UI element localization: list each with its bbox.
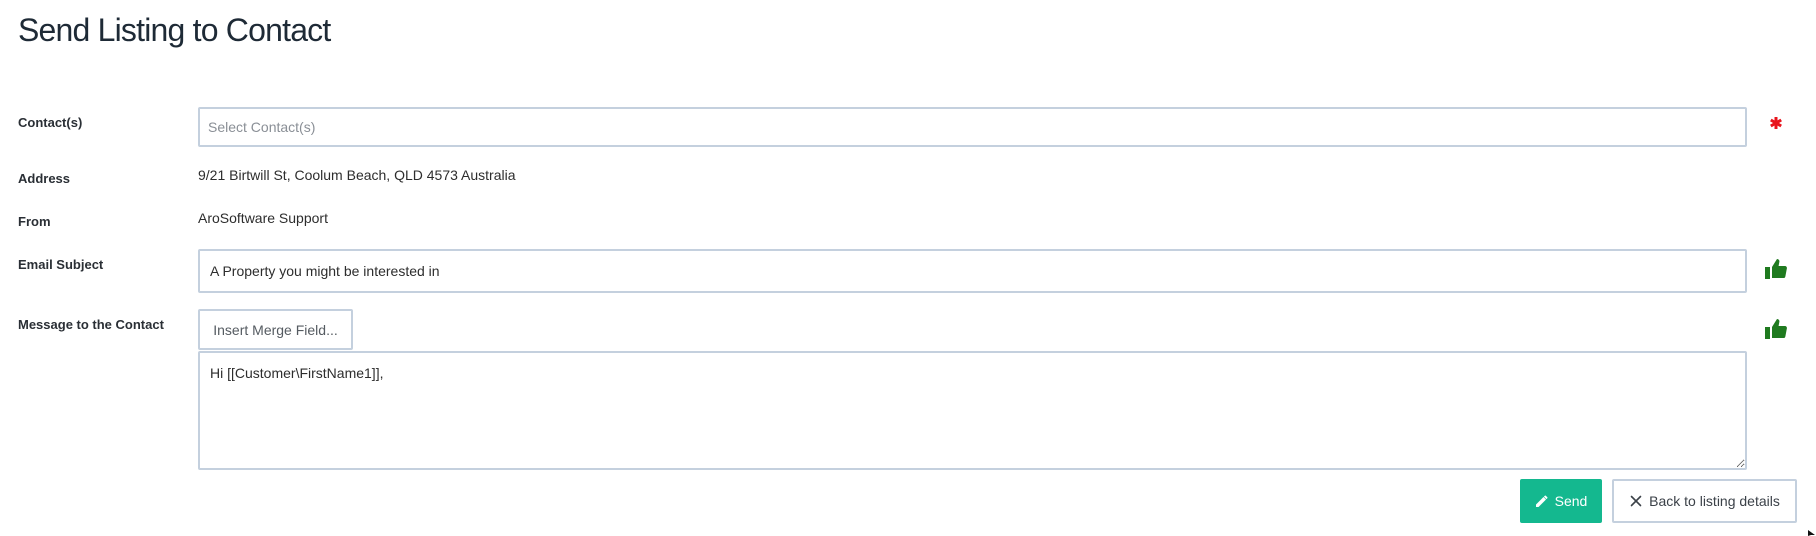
- from-value: AroSoftware Support: [198, 210, 328, 226]
- send-listing-page: Send Listing to Contact Contact(s) Addre…: [0, 0, 1816, 536]
- back-button-label: Back to listing details: [1649, 493, 1780, 509]
- contacts-label: Contact(s): [18, 115, 83, 130]
- asterisk-icon: [1770, 117, 1782, 129]
- message-label: Message to the Contact: [18, 317, 164, 332]
- thumbs-up-icon: [1765, 259, 1787, 279]
- insert-merge-field-button[interactable]: Insert Merge Field...: [198, 309, 353, 350]
- mouse-cursor-icon: [1808, 530, 1815, 536]
- thumbs-up-icon: [1765, 319, 1787, 339]
- address-label: Address: [18, 171, 71, 186]
- address-value: 9/21 Birtwill St, Coolum Beach, QLD 4573…: [198, 167, 516, 183]
- send-button[interactable]: Send: [1520, 479, 1602, 523]
- from-label: From: [18, 214, 51, 229]
- email-subject-input[interactable]: [198, 249, 1747, 293]
- pencil-icon: [1535, 495, 1548, 507]
- send-button-label: Send: [1554, 493, 1588, 509]
- email-subject-label: Email Subject: [18, 257, 104, 272]
- page-title: Send Listing to Contact: [18, 12, 331, 48]
- back-to-listing-button[interactable]: Back to listing details: [1612, 479, 1797, 523]
- message-textarea[interactable]: Hi [[Customer\FirstName1]],: [198, 351, 1747, 470]
- close-icon: [1630, 495, 1642, 507]
- contacts-input[interactable]: [198, 107, 1747, 147]
